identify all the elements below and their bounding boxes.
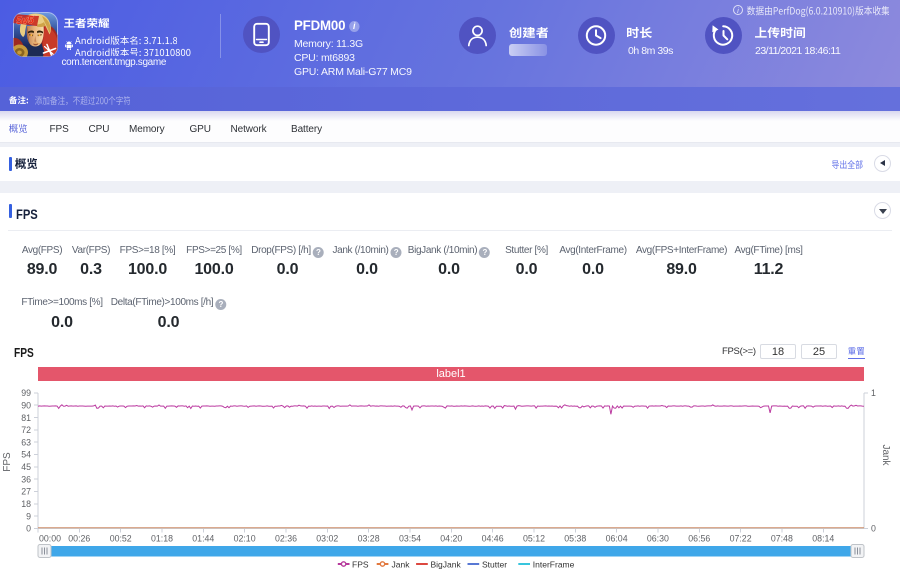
svg-text:06:04: 06:04 bbox=[606, 534, 628, 544]
svg-text:72: 72 bbox=[21, 425, 31, 435]
svg-text:00:26: 00:26 bbox=[68, 534, 90, 544]
svg-text:03:28: 03:28 bbox=[358, 534, 380, 544]
svg-text:27: 27 bbox=[21, 487, 31, 497]
svg-text:36: 36 bbox=[21, 474, 31, 484]
svg-text:FPS: FPS bbox=[2, 452, 13, 472]
svg-text:04:20: 04:20 bbox=[440, 534, 462, 544]
svg-text:Jank: Jank bbox=[392, 560, 411, 570]
svg-text:54: 54 bbox=[21, 450, 31, 460]
svg-text:BigJank: BigJank bbox=[431, 560, 462, 570]
svg-text:04:46: 04:46 bbox=[482, 534, 504, 544]
svg-text:0: 0 bbox=[26, 524, 31, 534]
svg-text:01:18: 01:18 bbox=[151, 534, 173, 544]
svg-text:9: 9 bbox=[26, 511, 31, 521]
svg-text:Jank: Jank bbox=[880, 444, 891, 466]
svg-text:05:12: 05:12 bbox=[523, 534, 545, 544]
svg-text:07:48: 07:48 bbox=[771, 534, 793, 544]
svg-text:03:02: 03:02 bbox=[316, 534, 338, 544]
svg-text:06:30: 06:30 bbox=[647, 534, 669, 544]
svg-text:03:54: 03:54 bbox=[399, 534, 421, 544]
svg-text:45: 45 bbox=[21, 462, 31, 472]
svg-text:01:44: 01:44 bbox=[192, 534, 214, 544]
svg-text:00:00: 00:00 bbox=[39, 534, 61, 544]
svg-text:02:10: 02:10 bbox=[234, 534, 256, 544]
svg-text:Stutter: Stutter bbox=[482, 560, 507, 570]
svg-text:InterFrame: InterFrame bbox=[533, 560, 575, 570]
svg-text:81: 81 bbox=[21, 413, 31, 423]
svg-text:63: 63 bbox=[21, 437, 31, 447]
svg-text:18: 18 bbox=[21, 499, 31, 509]
svg-text:06:56: 06:56 bbox=[688, 534, 710, 544]
svg-text:08:14: 08:14 bbox=[812, 534, 834, 544]
svg-text:02:36: 02:36 bbox=[275, 534, 297, 544]
svg-text:07:22: 07:22 bbox=[730, 534, 752, 544]
svg-text:00:52: 00:52 bbox=[110, 534, 132, 544]
svg-text:FPS: FPS bbox=[352, 560, 369, 570]
svg-text:90: 90 bbox=[21, 400, 31, 410]
svg-text:05:38: 05:38 bbox=[564, 534, 586, 544]
svg-text:99: 99 bbox=[21, 388, 31, 398]
svg-text:0: 0 bbox=[871, 524, 876, 534]
svg-text:1: 1 bbox=[871, 388, 876, 398]
